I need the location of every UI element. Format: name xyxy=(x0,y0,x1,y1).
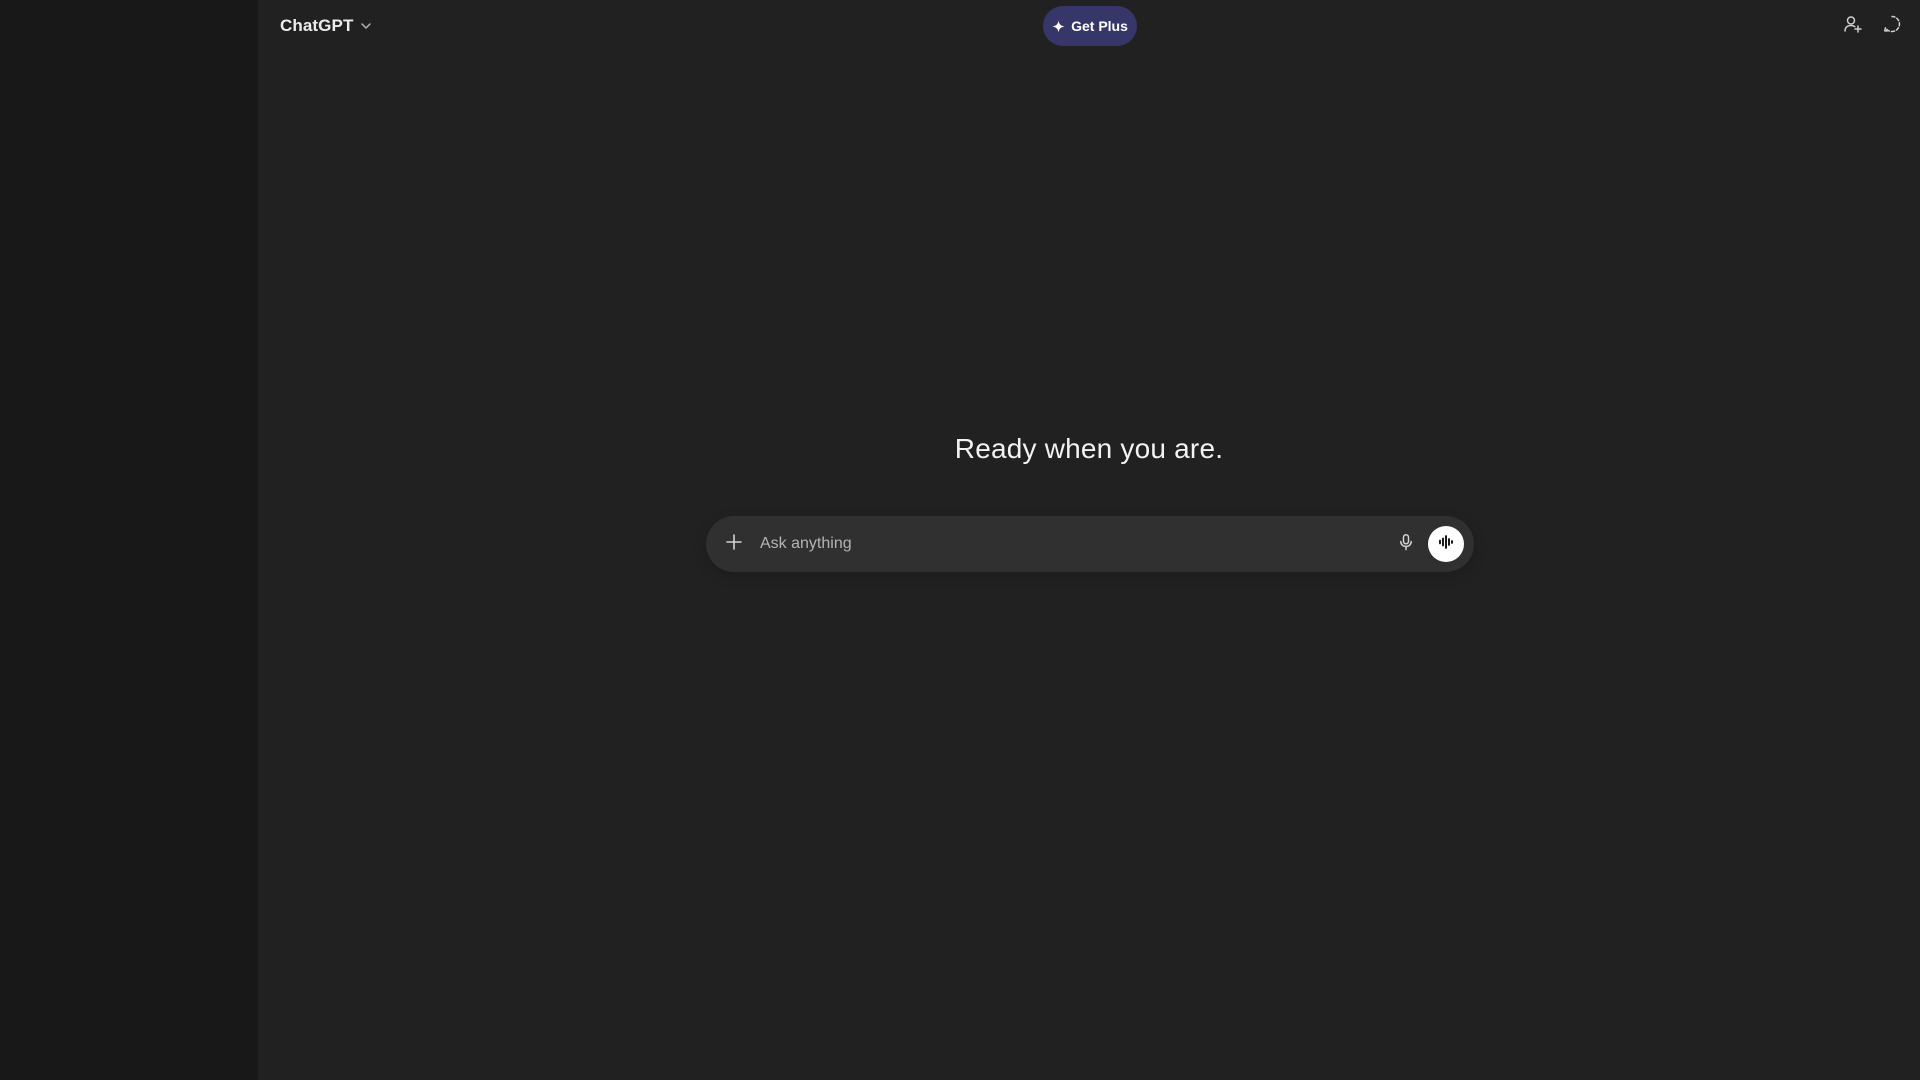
temporary-chat-button[interactable] xyxy=(1880,14,1904,38)
top-bar: ChatGPT Get Plus xyxy=(258,0,1920,54)
app-window: ChatGPT Get Plus Ready when you are. Ask… xyxy=(0,0,1920,1080)
dictate-button[interactable] xyxy=(1388,526,1424,562)
add-user-button[interactable] xyxy=(1841,14,1865,38)
voice-waveform-icon xyxy=(1437,533,1455,556)
page-headline: Ready when you are. xyxy=(954,433,1224,464)
plus-icon xyxy=(725,533,743,556)
prompt-composer xyxy=(706,516,1474,572)
sidebar xyxy=(0,0,258,1080)
temporary-chat-icon xyxy=(1882,14,1902,39)
chevron-down-icon xyxy=(359,19,373,33)
microphone-icon xyxy=(1397,533,1415,556)
get-plus-label: Get Plus xyxy=(1071,18,1128,34)
sparkle-icon xyxy=(1052,20,1065,33)
prompt-input[interactable] xyxy=(758,523,1388,565)
get-plus-button[interactable]: Get Plus xyxy=(1043,6,1137,46)
voice-mode-button[interactable] xyxy=(1428,526,1464,562)
model-switcher[interactable]: ChatGPT xyxy=(276,14,377,38)
model-name: ChatGPT xyxy=(280,16,354,35)
main-area: ChatGPT Get Plus Ready when you are. Ask… xyxy=(258,0,1920,1080)
add-user-icon xyxy=(1843,14,1863,39)
attach-button[interactable] xyxy=(714,524,754,564)
